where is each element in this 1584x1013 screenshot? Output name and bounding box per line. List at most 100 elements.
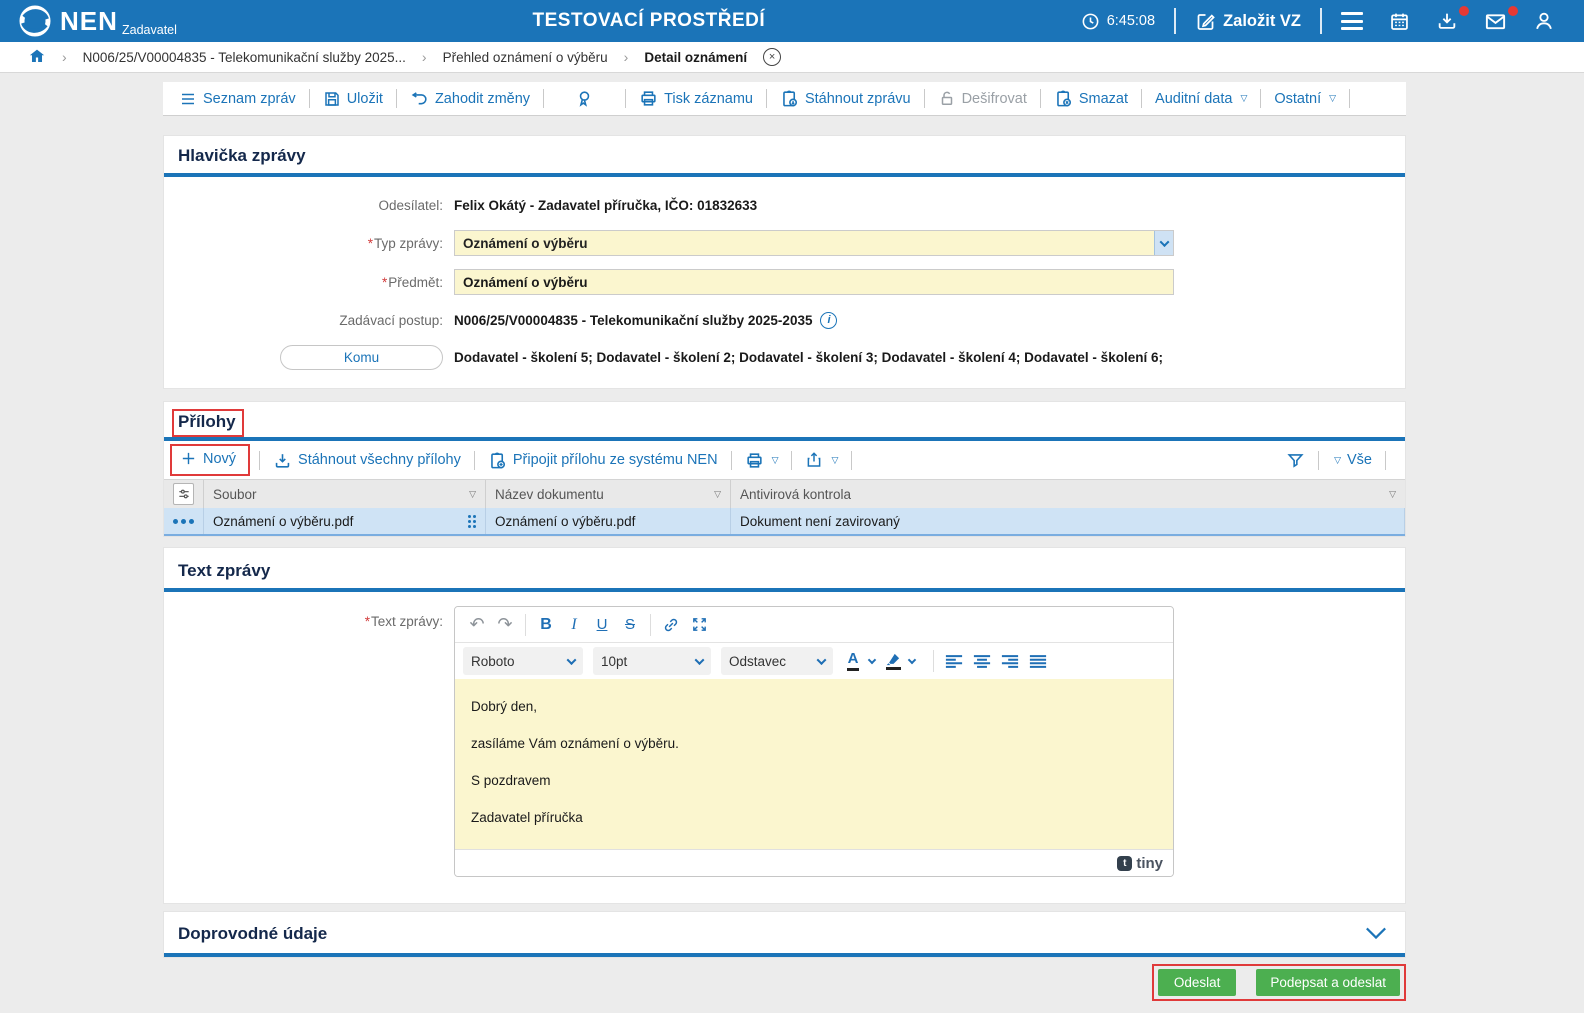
share-icon — [805, 451, 823, 469]
column-settings-button[interactable] — [173, 483, 194, 505]
link-button[interactable] — [657, 611, 685, 639]
tiny-logo[interactable]: t tiny — [1117, 855, 1163, 872]
calendar-button[interactable] — [1376, 11, 1423, 32]
underline-button[interactable]: U — [588, 611, 616, 639]
nen-logo-icon — [18, 4, 52, 38]
audit-data-button[interactable]: Auditní data — [1151, 91, 1251, 107]
block-format-select[interactable]: Odstavec — [721, 647, 833, 675]
section-title-message-text: Text zprávy — [178, 561, 271, 580]
discard-changes-button[interactable]: Zahodit změny — [406, 89, 534, 108]
editor-content[interactable]: Dobrý den, zasíláme Vám oznámení o výběr… — [455, 679, 1173, 849]
dropdown-triangle-icon — [1334, 455, 1341, 466]
strikethrough-button[interactable]: S — [616, 611, 644, 639]
divider — [1385, 450, 1386, 470]
filter-button[interactable] — [1282, 451, 1309, 470]
attach-doc-icon — [488, 451, 507, 470]
divider — [395, 89, 397, 108]
messages-button[interactable] — [1471, 5, 1520, 33]
print-record-button[interactable]: Tisk záznamu — [635, 89, 757, 108]
row-menu-icon — [173, 518, 194, 524]
italic-button[interactable]: I — [560, 611, 588, 639]
downloads-badge — [1459, 6, 1469, 16]
record-toolbar: Seznam zpráv Uložit Zahodit změny Tisk z… — [163, 82, 1406, 116]
rich-text-editor: B I U S — [454, 606, 1174, 877]
align-left-button[interactable] — [940, 647, 968, 675]
print-attachments-button[interactable] — [741, 451, 783, 470]
create-vz-label: Založit VZ — [1223, 11, 1301, 30]
chevron-down-icon — [694, 654, 705, 665]
breadcrumb-item-current: Detail oznámení — [638, 49, 753, 66]
filter-triangle-icon[interactable] — [469, 489, 476, 500]
table-header-row: Soubor Název dokumentu Antivirová kontro… — [164, 480, 1405, 508]
justify-button[interactable] — [1024, 647, 1052, 675]
table-row[interactable]: Oznámení o výběru.pdf Oznámení o výběru.… — [164, 508, 1405, 536]
menu-button[interactable] — [1328, 12, 1376, 30]
export-attachments-button[interactable] — [801, 451, 842, 469]
message-type-select[interactable]: Oznámení o výběru — [454, 230, 1174, 256]
text-color-button[interactable]: A — [843, 647, 863, 675]
divider — [1349, 89, 1351, 108]
align-center-button[interactable] — [968, 647, 996, 675]
select-dropdown-button[interactable] — [1154, 231, 1173, 255]
filter-triangle-icon[interactable] — [1389, 489, 1396, 500]
certificate-button[interactable] — [553, 89, 616, 108]
send-button[interactable]: Odeslat — [1157, 969, 1237, 996]
environment-title: TESTOVACÍ PROSTŘEDÍ — [532, 10, 766, 31]
highlight-color-button[interactable] — [883, 647, 903, 675]
page: NEN Zadavatel TESTOVACÍ PROSTŘEDÍ 6:45:0… — [0, 0, 1584, 1013]
download-icon — [273, 451, 292, 470]
download-all-attachments-button[interactable]: Stáhnout všechny přílohy — [269, 451, 465, 470]
close-icon[interactable] — [763, 48, 782, 66]
chevron-down-icon[interactable] — [907, 655, 917, 665]
accompanying-data-section: Doprovodné údaje — [163, 911, 1406, 958]
new-attachment-button[interactable]: Nový — [176, 450, 240, 467]
profile-icon — [1533, 10, 1555, 32]
cell-nazev-dokumentu: Oznámení o výběru.pdf — [486, 508, 731, 534]
section-title-message-header: Hlavička zprávy — [178, 146, 306, 165]
nen-logo[interactable]: NEN Zadavatel — [0, 4, 230, 38]
home-button[interactable] — [22, 46, 52, 69]
editor-status-bar: t tiny — [455, 849, 1173, 876]
filter-triangle-icon[interactable] — [714, 489, 721, 500]
filter-all-button[interactable]: Vše — [1328, 452, 1376, 468]
recipients-button[interactable]: Komu — [280, 345, 443, 370]
attach-from-nen-button[interactable]: Připojit přílohu ze systému NEN — [484, 451, 722, 470]
font-size-select[interactable]: 10pt — [593, 647, 711, 675]
breadcrumb: N006/25/V00004835 - Telekomunikační služ… — [0, 42, 1584, 73]
column-header-soubor[interactable]: Soubor — [204, 480, 486, 508]
redo-editor-icon[interactable] — [491, 611, 519, 639]
breadcrumb-item-overview[interactable]: Přehled oznámení o výběru — [437, 49, 614, 66]
bold-button[interactable]: B — [532, 611, 560, 639]
messages-badge — [1508, 5, 1518, 16]
breadcrumb-item-procedure[interactable]: N006/25/V00004835 - Telekomunikační služ… — [77, 49, 412, 66]
align-right-button[interactable] — [996, 647, 1024, 675]
undo-editor-icon[interactable] — [463, 611, 491, 639]
save-icon — [323, 90, 341, 108]
server-time: 6:45:08 — [1068, 12, 1168, 31]
cell-antivirova-kontrola: Dokument není zavirovaný — [731, 508, 1405, 534]
font-family-select[interactable]: Roboto — [463, 647, 583, 675]
dropdown-triangle-icon — [772, 455, 779, 466]
download-message-button[interactable]: Stáhnout zprávu — [776, 89, 915, 108]
fullscreen-button[interactable] — [685, 611, 713, 639]
info-icon[interactable]: i — [820, 311, 838, 329]
row-menu-button[interactable] — [173, 518, 194, 524]
chevron-down-icon[interactable] — [867, 655, 877, 665]
attachments-toolbar: Nový Stáhnout všechny přílohy Připojit p… — [164, 441, 1405, 479]
delete-button[interactable]: Smazat — [1050, 89, 1132, 108]
profile-button[interactable] — [1520, 10, 1568, 32]
subject-input[interactable] — [454, 269, 1174, 295]
list-icon — [179, 90, 197, 108]
other-actions-button[interactable]: Ostatní — [1270, 91, 1340, 107]
downloads-button[interactable] — [1423, 6, 1471, 32]
plus-icon — [180, 450, 197, 467]
drag-handle-icon[interactable] — [468, 514, 476, 528]
save-button[interactable]: Uložit — [319, 90, 387, 108]
column-header-nazev-dokumentu[interactable]: Název dokumentu — [486, 480, 731, 508]
expand-section-button[interactable] — [1361, 926, 1391, 943]
sign-and-send-button[interactable]: Podepsat a odeslat — [1256, 969, 1400, 996]
column-header-antivirova-kontrola[interactable]: Antivirová kontrola — [731, 480, 1405, 508]
message-list-button[interactable]: Seznam zpráv — [175, 90, 300, 108]
undo-icon — [410, 89, 429, 108]
create-vz-button[interactable]: Založit VZ — [1182, 11, 1314, 32]
